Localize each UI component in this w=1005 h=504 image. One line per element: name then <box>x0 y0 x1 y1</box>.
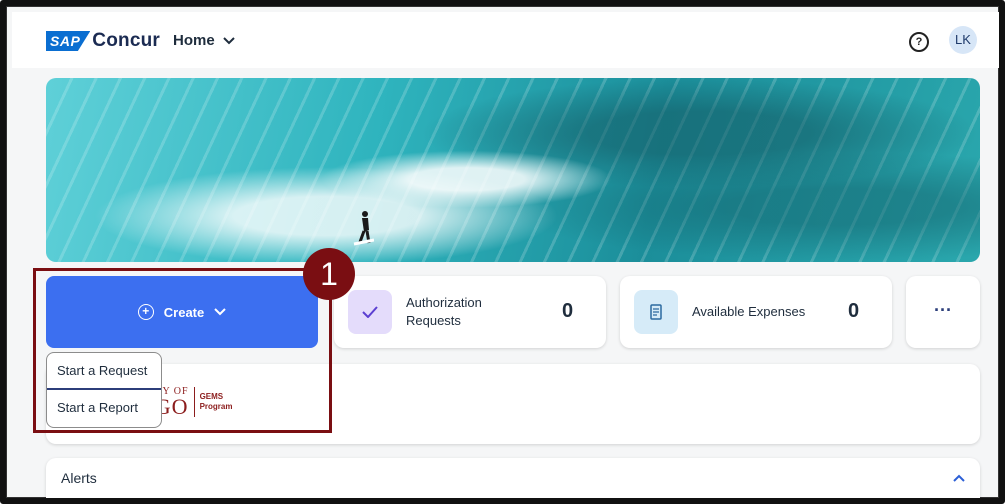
sap-concur-logo[interactable]: SAP Concur <box>46 30 160 52</box>
check-icon <box>348 290 392 334</box>
authorization-requests-count: 0 <box>562 300 574 322</box>
authorization-requests-label: Authorization Requests <box>406 294 482 330</box>
program-gems: GEMS <box>199 391 224 401</box>
question-circle-icon[interactable]: ? <box>909 32 929 52</box>
surfer-figure <box>353 211 374 246</box>
more-tiles-button[interactable]: ··· <box>906 276 980 348</box>
menu-item-start-report[interactable]: Start a Report <box>47 390 161 426</box>
alerts-title: Alerts <box>61 470 97 486</box>
app-window: SAP Concur Home ? LK + Create Authorizat… <box>0 0 1005 504</box>
create-label: Create <box>163 304 205 320</box>
label-line2: Requests <box>406 313 461 328</box>
authorization-requests-tile[interactable]: Authorization Requests 0 <box>334 276 606 348</box>
home-menu[interactable]: Home <box>173 32 235 49</box>
program-label: Program <box>199 401 233 411</box>
available-expenses-count: 0 <box>848 300 860 322</box>
university-logo: ITY OF GO GEMS Program <box>151 386 233 418</box>
menu-item-start-request[interactable]: Start a Request <box>47 353 161 390</box>
alerts-panel: Alerts <box>46 458 980 498</box>
hero-banner-image <box>46 78 980 262</box>
chevron-down-icon <box>222 36 235 44</box>
receipt-icon <box>634 290 678 334</box>
more-icon: ··· <box>934 300 952 320</box>
available-expenses-tile[interactable]: Available Expenses 0 <box>620 276 892 348</box>
logo-sap: SAP <box>46 31 91 51</box>
home-label: Home <box>173 32 215 49</box>
top-nav-bar: SAP Concur Home ? LK <box>12 12 999 68</box>
chevron-down-icon <box>214 308 226 316</box>
avatar[interactable]: LK <box>949 26 977 54</box>
callout-number-badge: 1 <box>303 248 355 300</box>
available-expenses-label: Available Expenses <box>692 304 806 319</box>
chevron-up-icon[interactable] <box>953 474 965 482</box>
create-button[interactable]: + Create <box>46 276 318 348</box>
plus-circle-icon: + <box>137 304 154 320</box>
create-dropdown-menu: Start a Request Start a Report <box>46 352 162 428</box>
logo-concur: Concur <box>92 30 160 51</box>
label-line1: Authorization <box>406 295 482 310</box>
